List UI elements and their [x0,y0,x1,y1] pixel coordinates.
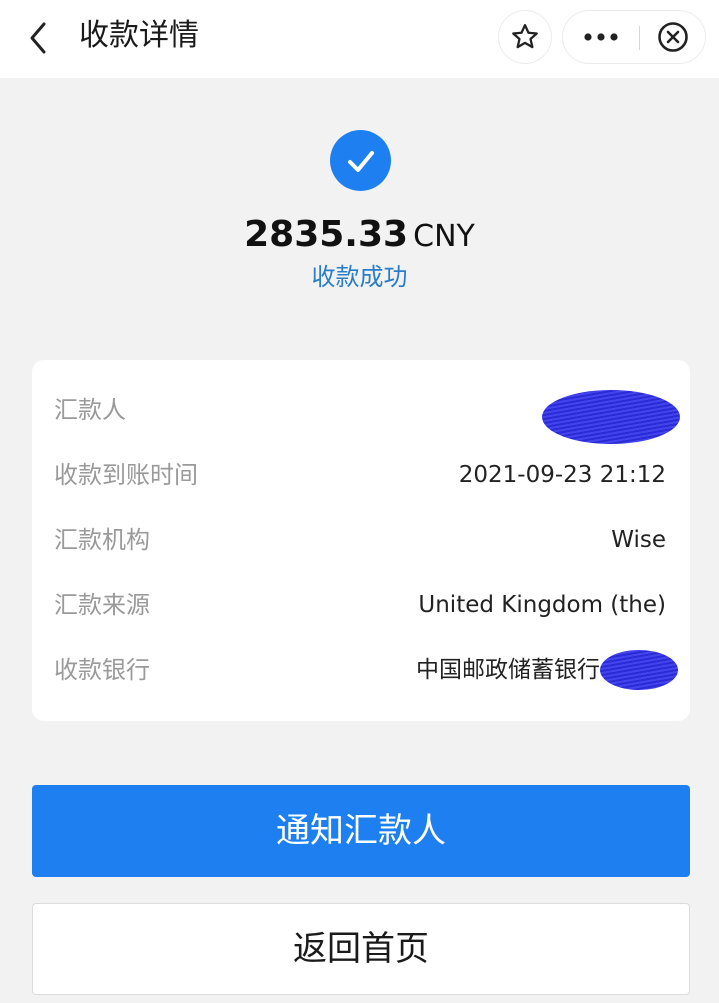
detail-label: 收款到账时间 [54,461,198,489]
detail-row-remitter: 汇款人 [32,390,690,444]
detail-value: Wise [611,527,666,553]
notify-remitter-button[interactable]: 通知汇款人 [32,785,690,877]
success-check-icon [330,130,391,191]
amount-currency: CNY [413,219,475,254]
top-navigation-bar: 收款详情 [0,0,719,78]
detail-label: 收款银行 [54,656,150,684]
close-circle-icon [658,22,688,52]
detail-label: 汇款机构 [54,526,150,554]
redaction-scribble [600,650,678,690]
detail-row-bank: 收款银行 中国邮政储蓄银行 [32,650,690,690]
detail-value: United Kingdom (the) [418,592,666,618]
detail-row-source: 汇款来源 United Kingdom (the) [32,585,690,625]
star-outline-icon [512,24,538,49]
detail-value [542,390,680,444]
detail-value: 2021-09-23 21:12 [458,462,666,488]
favorite-button[interactable] [498,10,552,64]
detail-label: 汇款人 [54,396,126,424]
more-dots-icon [584,33,618,41]
chevron-left-icon [30,22,46,54]
details-card: 汇款人 收款到账时间 2021-09-23 21:12 汇款机构 Wise 汇款… [32,360,690,721]
close-button[interactable] [640,11,706,63]
detail-row-institution: 汇款机构 Wise [32,520,690,560]
status-text: 收款成功 [311,263,408,291]
detail-label: 汇款来源 [54,591,150,619]
amount-value: 2835.33 [244,214,409,255]
bank-name: 中国邮政储蓄银行 [416,657,600,683]
capsule-menu [562,10,706,64]
amount-line: 2835.33 CNY [0,210,719,266]
more-button[interactable] [563,11,639,63]
page-title: 收款详情 [79,18,199,53]
back-button[interactable] [22,18,54,58]
detail-row-arrival-time: 收款到账时间 2021-09-23 21:12 [32,455,690,495]
redaction-scribble [542,390,680,444]
back-home-button[interactable]: 返回首页 [32,903,690,995]
detail-value: 中国邮政储蓄银行 [416,650,678,690]
